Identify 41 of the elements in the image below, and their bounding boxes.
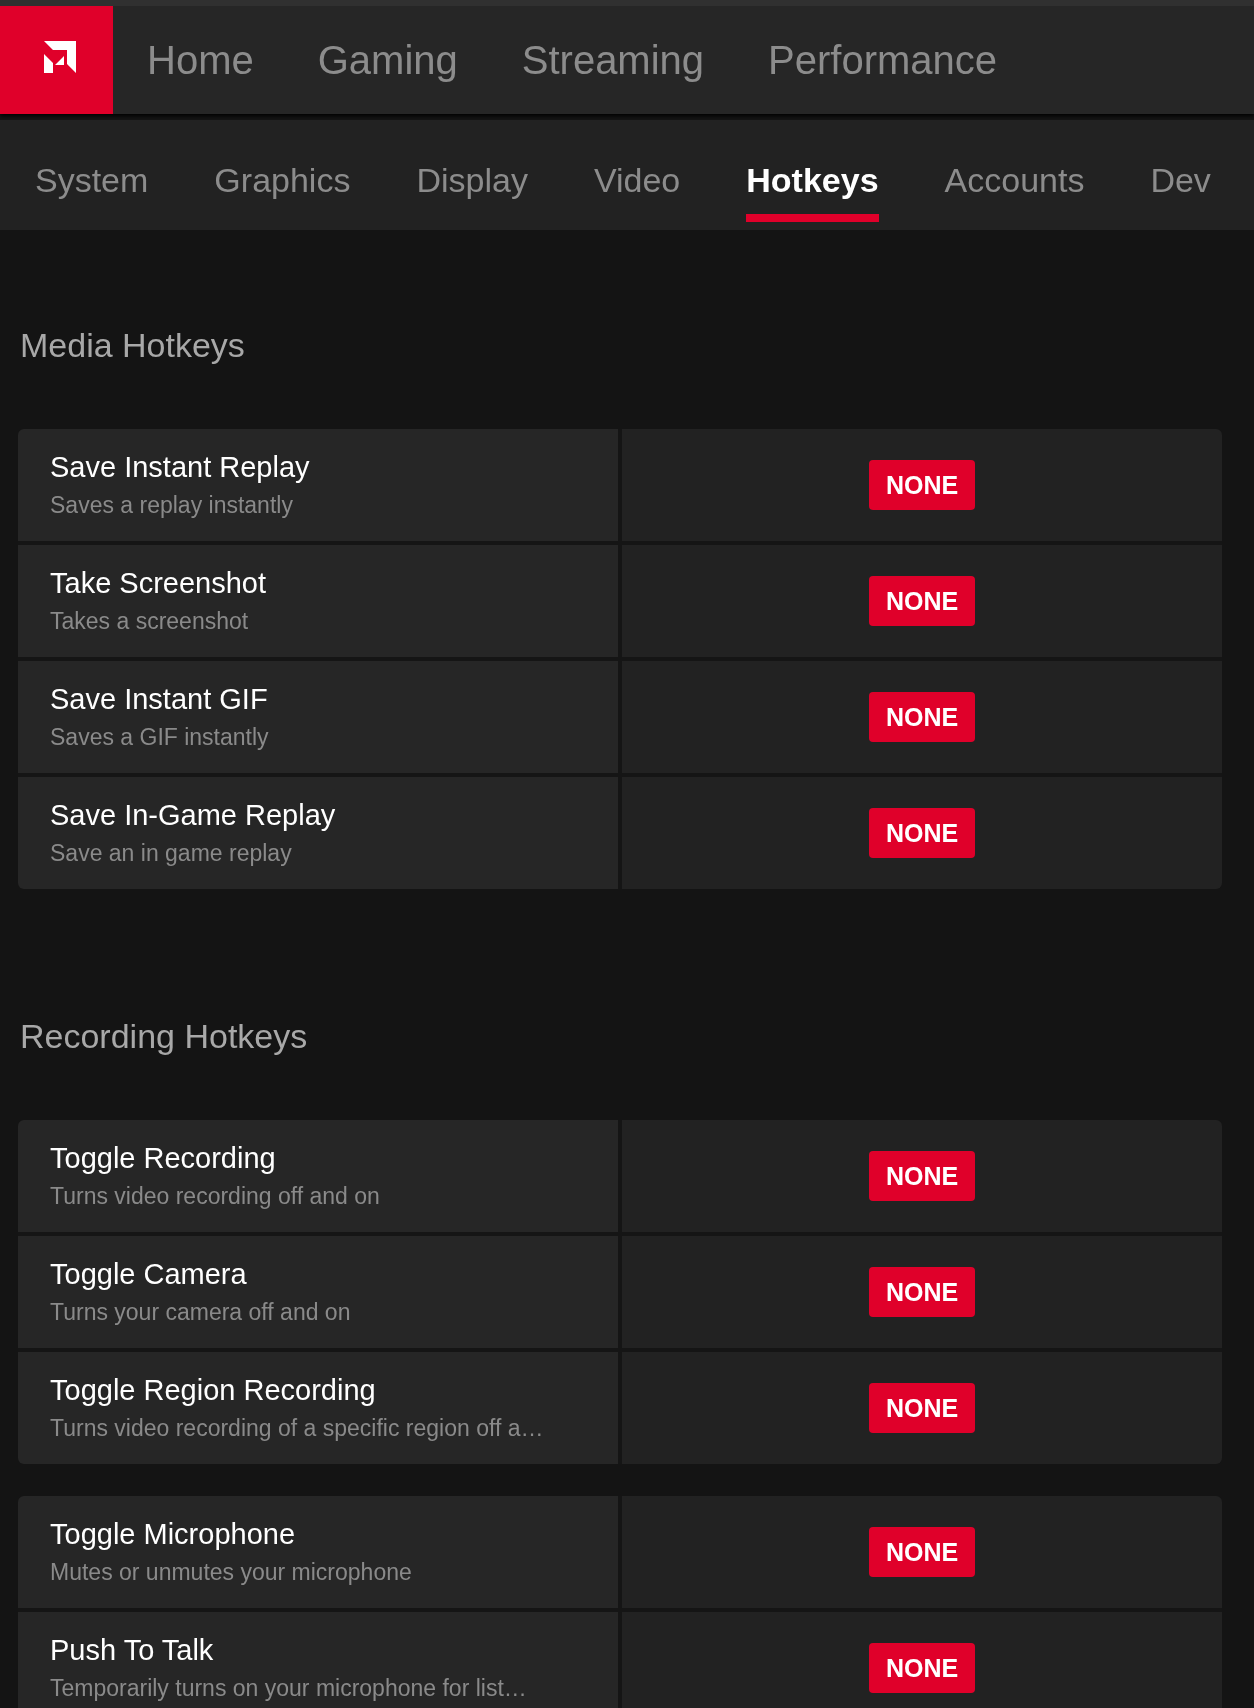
hotkey-name: Push To Talk <box>50 1634 215 1667</box>
tab[interactable]: Accounts <box>944 142 1085 222</box>
section-title: Recording Hotkeys <box>19 1016 309 1057</box>
hotkey-button[interactable]: NONE <box>869 808 975 858</box>
nav-link[interactable]: Gaming <box>317 37 458 83</box>
hotkey-button[interactable]: NONE <box>869 1643 975 1693</box>
hotkey-button[interactable]: NONE <box>869 1383 975 1433</box>
tab[interactable]: Dev <box>1150 142 1211 222</box>
nav-link[interactable]: Performance <box>768 37 998 83</box>
tab[interactable]: Hotkeys <box>746 142 879 222</box>
tab[interactable]: System <box>35 142 149 222</box>
hotkey-button[interactable]: NONE <box>869 460 975 510</box>
hotkey-description: Turns your camera off and on <box>50 1299 352 1326</box>
hotkey-name: Toggle Microphone <box>50 1518 297 1551</box>
hotkey-button[interactable]: NONE <box>869 692 975 742</box>
nav-link[interactable]: Home <box>147 37 254 83</box>
hotkey-name: Take Screenshot <box>50 567 267 600</box>
section-title: Media Hotkeys <box>19 325 246 366</box>
hotkey-name: Toggle Region Recording <box>50 1374 377 1407</box>
hotkey-name: Toggle Camera <box>50 1258 248 1291</box>
hotkey-description: Takes a screenshot <box>50 608 250 635</box>
hotkey-description: Temporarily turns on your microphone for list… <box>50 1675 528 1702</box>
hotkey-name: Save Instant GIF <box>50 683 269 716</box>
hotkey-button[interactable]: NONE <box>869 576 975 626</box>
hotkey-button[interactable]: NONE <box>869 1527 975 1577</box>
tab[interactable]: Display <box>416 142 528 222</box>
hotkey-button[interactable]: NONE <box>869 1267 975 1317</box>
tab[interactable]: Video <box>593 142 681 222</box>
hotkey-description: Save an in game replay <box>50 840 293 867</box>
hotkey-button[interactable]: NONE <box>869 1151 975 1201</box>
logo-icon[interactable] <box>0 6 113 114</box>
hotkey-name: Save Instant Replay <box>50 451 311 484</box>
hotkey-name: Toggle Recording <box>50 1142 277 1175</box>
hotkey-name: Save In-Game Replay <box>50 799 337 832</box>
hotkey-description: Turns video recording of a specific region off a… <box>50 1415 545 1442</box>
hotkey-description: Saves a GIF instantly <box>50 724 270 751</box>
hotkey-description: Turns video recording off and on <box>50 1183 381 1210</box>
hotkey-description: Mutes or unmutes your microphone <box>50 1559 413 1586</box>
hotkey-description: Saves a replay instantly <box>50 492 294 519</box>
tab[interactable]: Graphics <box>214 142 351 222</box>
nav-link[interactable]: Streaming <box>521 37 705 83</box>
